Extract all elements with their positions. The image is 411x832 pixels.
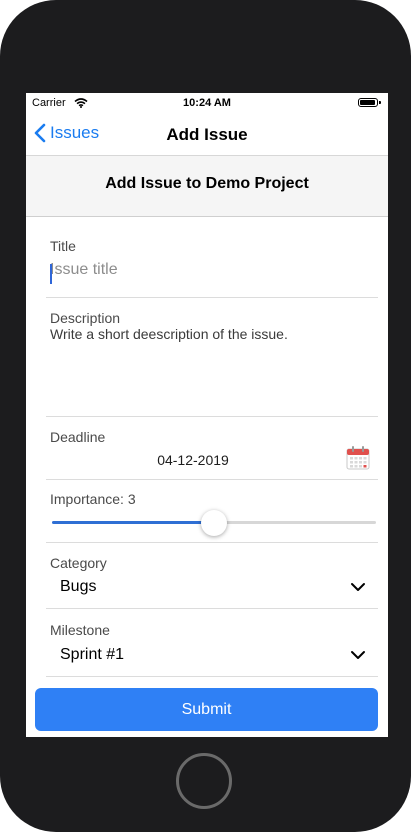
importance-slider[interactable] [52,510,376,536]
submit-button[interactable]: Submit [35,688,378,731]
category-label: Category [50,555,107,571]
home-button[interactable] [176,753,232,809]
milestone-label: Milestone [50,622,110,638]
description-label: Description [50,310,121,326]
chevron-down-icon[interactable] [350,580,366,598]
deadline-date-picker[interactable]: 04-12-2019 [26,452,360,468]
app-screen: Carrier 10:24 AM Issues Add Issue Add Is… [26,93,388,737]
status-bar: Carrier 10:24 AM [26,93,388,115]
slider-thumb[interactable] [201,510,227,536]
divider [46,479,378,480]
calendar-icon[interactable] [345,445,371,476]
description-input[interactable]: Write a short deescription of the issue. [50,326,370,342]
chevron-down-icon[interactable] [350,648,366,666]
divider [46,297,378,298]
importance-label: Importance: 3 [50,491,136,507]
phone-frame: Carrier 10:24 AM Issues Add Issue Add Is… [0,0,411,832]
divider [46,676,378,677]
battery-icon [358,98,381,107]
page-header: Add Issue to Demo Project [26,156,388,217]
divider [46,416,378,417]
title-label: Title [50,238,76,254]
status-time: 10:24 AM [183,97,231,109]
category-select[interactable]: Bugs [60,578,96,596]
text-cursor [50,264,52,284]
divider [46,608,378,609]
slider-track-fill [52,521,214,524]
title-input[interactable]: Issue title [50,261,350,279]
slider-track [214,521,376,524]
milestone-select[interactable]: Sprint #1 [60,646,124,664]
divider [46,542,378,543]
navigation-bar: Issues Add Issue [26,115,388,156]
deadline-label: Deadline [50,429,106,445]
nav-title: Add Issue [166,125,248,144]
page-title: Add Issue to Demo Project [105,175,309,192]
